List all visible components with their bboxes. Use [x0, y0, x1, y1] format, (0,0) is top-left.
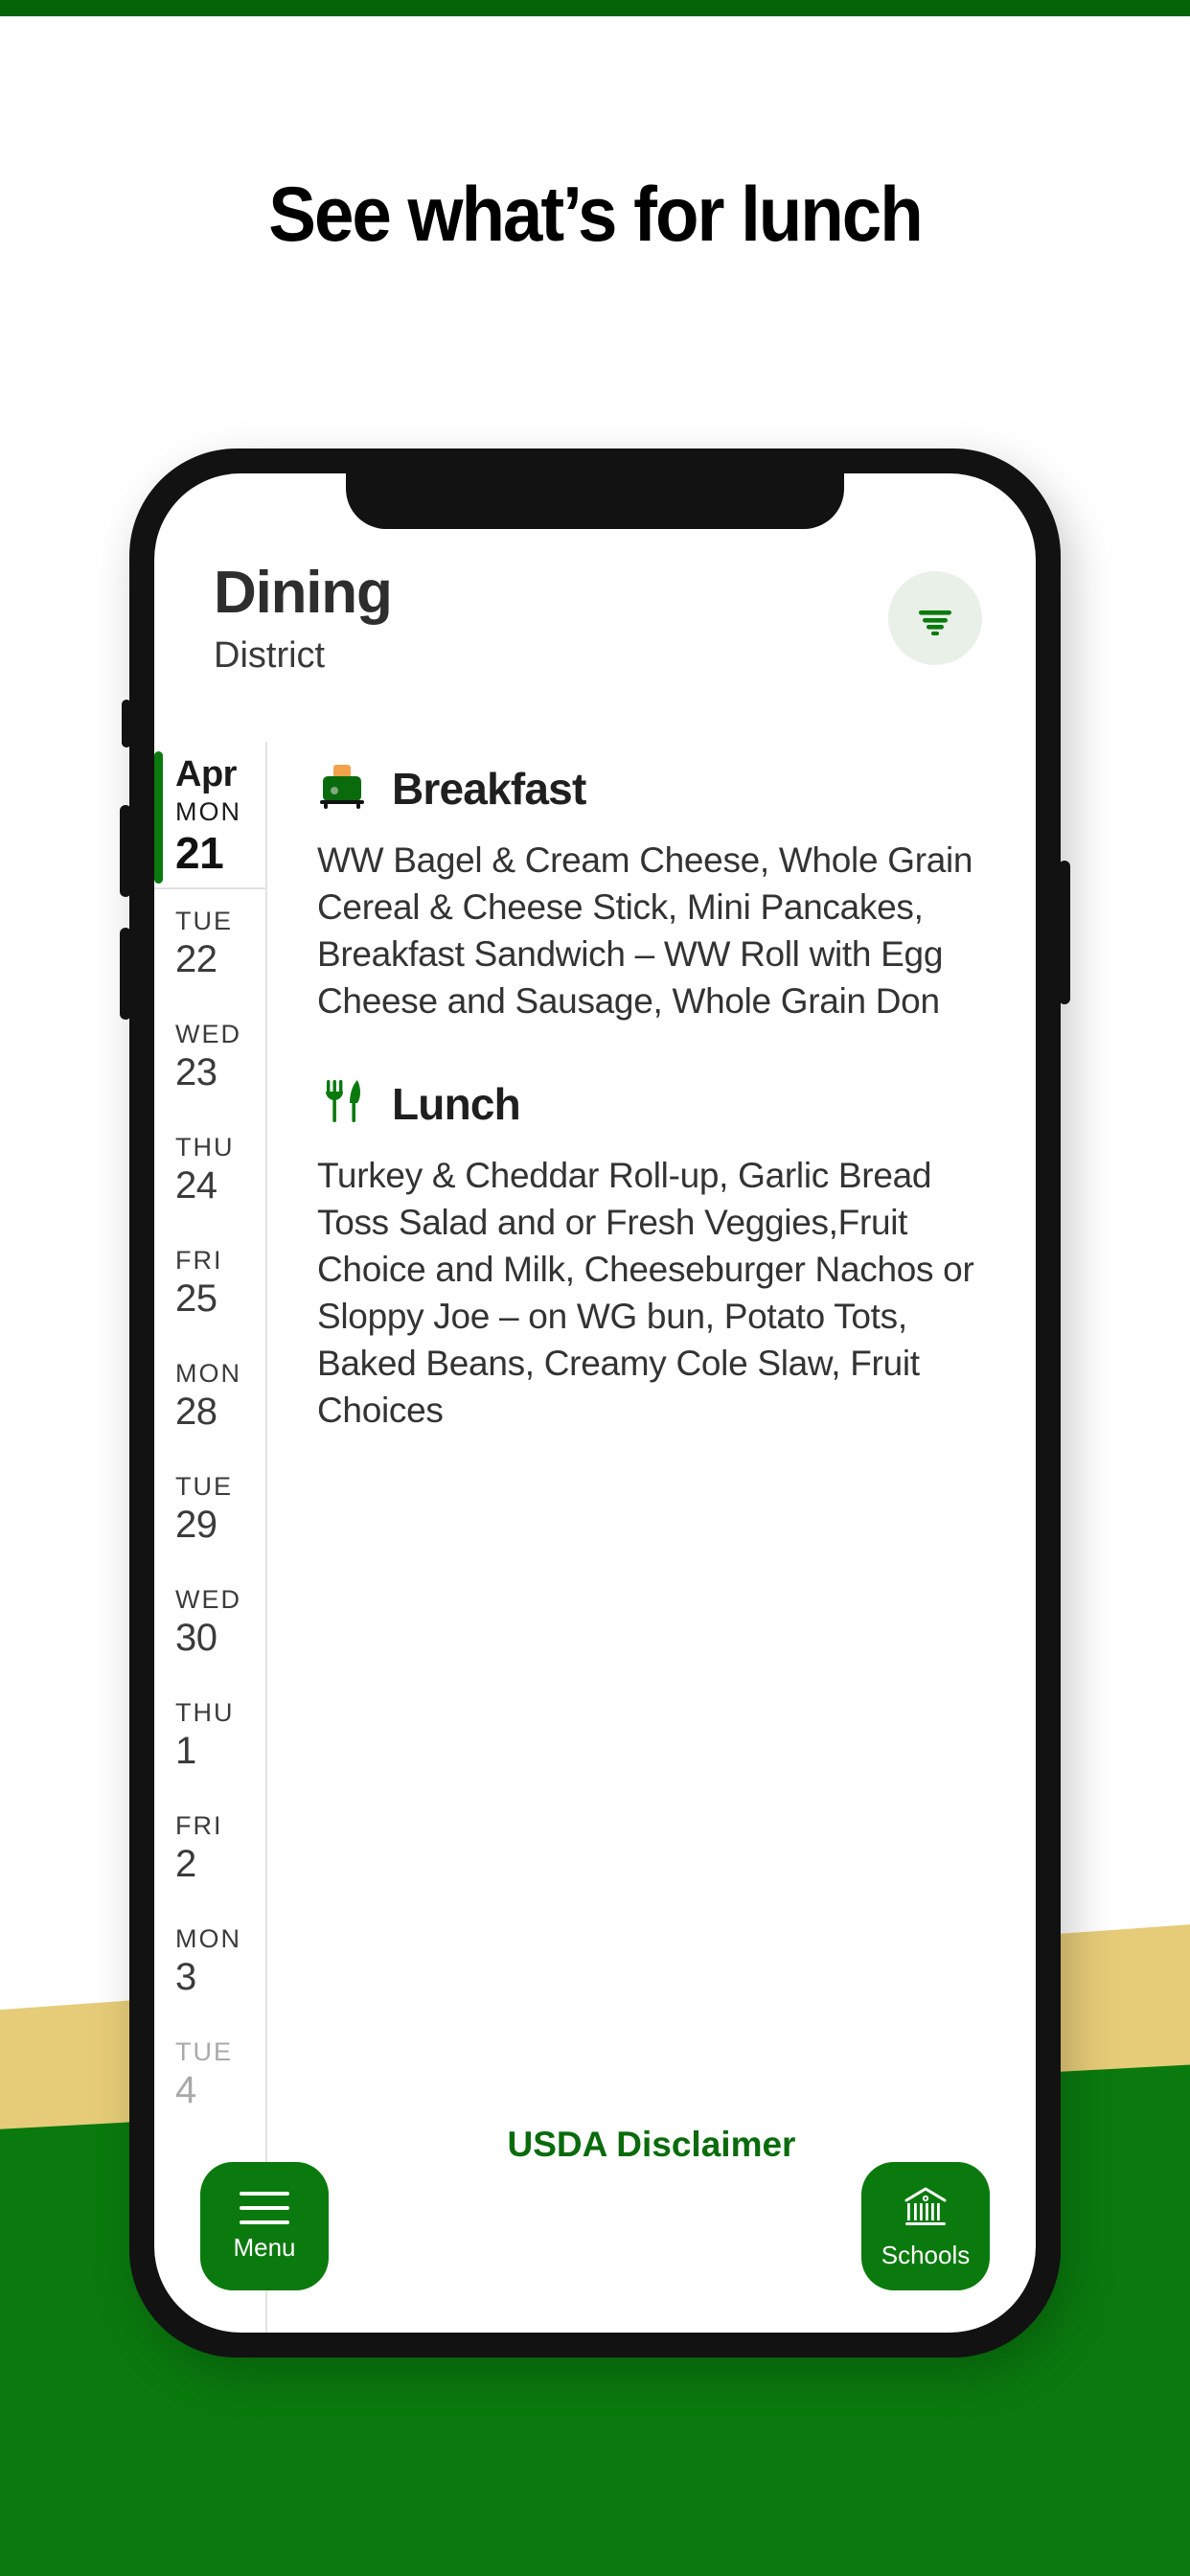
date-weekday: FRI [175, 1811, 223, 1840]
schools-button[interactable]: Schools [861, 2162, 990, 2290]
date-item[interactable]: TUE 4 [154, 2020, 265, 2133]
meal-block: Lunch Turkey & Cheddar Roll-up, Garlic Br… [317, 1076, 994, 1434]
menu-button-label: Menu [233, 2233, 296, 2262]
date-weekday: MON [175, 1924, 241, 1953]
meal-description: WW Bagel & Cream Cheese, Whole Grain Cer… [317, 840, 973, 1021]
date-rail[interactable]: Apr MON 21 TUE 22 WED 23 THU 24 FRI 25 MON 28 TUE 29 WE… [154, 742, 267, 2333]
page-subtitle: District [214, 635, 326, 676]
date-day-number: 22 [175, 938, 217, 980]
schools-button-label: Schools [881, 2241, 971, 2269]
hamburger-menu-icon [240, 2192, 289, 2224]
date-weekday: TUE [175, 1472, 233, 1501]
date-weekday: WED [175, 1585, 241, 1614]
date-item[interactable]: FRI 25 [154, 1229, 265, 1342]
date-day-number: 21 [175, 828, 224, 878]
date-item[interactable]: WED 30 [154, 1568, 265, 1681]
date-item[interactable]: FRI 2 [154, 1794, 265, 1907]
promo-screenshot: See what’s for lunch Dining District Apr… [0, 0, 1190, 2576]
date-day-number: 23 [175, 1051, 217, 1093]
phone-notch [346, 473, 844, 529]
phone-mute-switch [122, 700, 131, 748]
meal-header: Breakfast [317, 761, 994, 816]
date-day-number: 2 [175, 1843, 196, 1885]
date-item[interactable]: MON 3 [154, 1907, 265, 2020]
date-weekday: WED [175, 1020, 241, 1048]
dining-content: Apr MON 21 TUE 22 WED 23 THU 24 FRI 25 MON 28 TUE 29 WE… [154, 742, 1036, 2333]
menu-button[interactable]: Menu [200, 2162, 329, 2290]
date-item[interactable]: MON 28 [154, 1342, 265, 1455]
phone-power-button [1059, 861, 1070, 1004]
top-green-accent-bar [0, 0, 1190, 16]
promo-headline: See what’s for lunch [268, 172, 923, 258]
filter-funnel-icon [919, 610, 951, 635]
date-day-number: 3 [175, 1956, 196, 1998]
meal-title: Breakfast [392, 763, 586, 814]
phone-volume-down-button [120, 928, 131, 1020]
date-weekday: TUE [175, 2037, 233, 2066]
date-day-number: 30 [175, 1617, 217, 1659]
date-item[interactable]: Apr MON 21 [154, 746, 265, 889]
meal-block: Breakfast WW Bagel & Cream Cheese, Whole … [317, 761, 994, 1024]
phone-screen: Dining District Apr MON 21 TUE 22 WED 23 THU 24 F… [154, 473, 1036, 2333]
date-weekday: THU [175, 1698, 235, 1727]
date-day-number: 1 [175, 1730, 196, 1772]
meal-header: Lunch [317, 1076, 994, 1131]
menu-panel: Breakfast WW Bagel & Cream Cheese, Whole … [267, 742, 1036, 2333]
date-item[interactable]: THU 24 [154, 1116, 265, 1229]
phone-volume-up-button [120, 805, 131, 897]
meal-description: Turkey & Cheddar Roll-up, Garlic Bread T… [317, 1156, 974, 1430]
date-weekday: THU [175, 1133, 235, 1162]
date-weekday: MON [175, 1359, 241, 1388]
meal-title: Lunch [392, 1078, 521, 1129]
fork-knife-icon [317, 1076, 367, 1131]
usda-disclaimer-link[interactable]: USDA Disclaimer [267, 2125, 1036, 2165]
date-day-number: 24 [175, 1164, 217, 1207]
date-month: Apr [175, 754, 237, 794]
date-item[interactable]: TUE 22 [154, 889, 265, 1002]
date-day-number: 28 [175, 1391, 217, 1433]
date-day-number: 29 [175, 1504, 217, 1546]
date-item[interactable]: THU 1 [154, 1681, 265, 1794]
date-day-number: 25 [175, 1277, 217, 1320]
toaster-icon [317, 761, 367, 816]
date-item[interactable]: TUE 29 [154, 1455, 265, 1568]
app-header: Dining District [154, 560, 1036, 742]
background-green-fill [0, 2329, 1190, 2576]
active-date-indicator [154, 751, 163, 884]
phone-mockup-frame: Dining District Apr MON 21 TUE 22 WED 23 THU 24 F… [120, 448, 1070, 2358]
page-title: Dining [214, 560, 393, 626]
date-weekday: FRI [175, 1246, 223, 1275]
school-building-icon [904, 2187, 947, 2225]
date-weekday: TUE [175, 907, 233, 935]
date-item[interactable]: WED 23 [154, 1002, 265, 1116]
date-weekday: MON [175, 797, 241, 826]
filter-button[interactable] [888, 571, 982, 665]
date-day-number: 4 [175, 2069, 196, 2111]
